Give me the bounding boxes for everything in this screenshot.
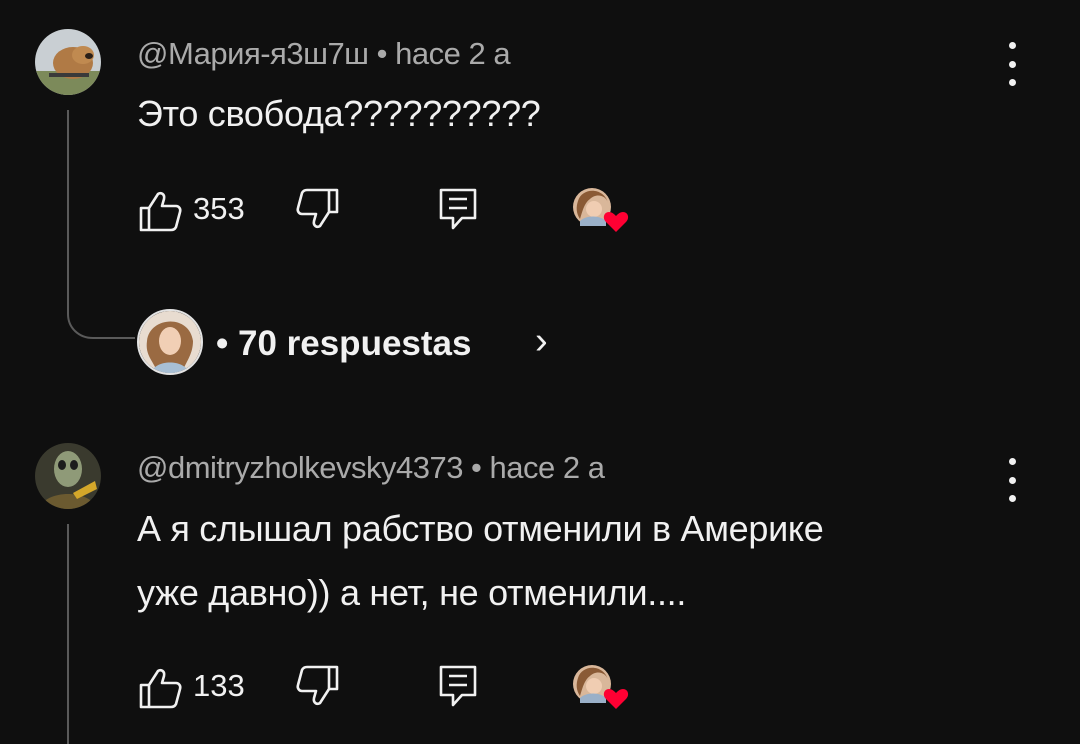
comment-text: А я слышал рабство отменили в Америке уж… (137, 497, 824, 625)
dislike-icon[interactable] (294, 665, 340, 707)
like-icon[interactable] (138, 190, 184, 232)
like-icon[interactable] (138, 667, 184, 709)
more-options-button[interactable] (1002, 42, 1022, 86)
chevron-right-icon: › (535, 320, 548, 362)
like-count: 353 (193, 191, 245, 226)
comment-meta: @dmitryzholkevsky4373 • hace 2 a (137, 450, 605, 485)
comment-time[interactable]: hace 2 a (395, 36, 510, 71)
creator-heart (570, 662, 632, 714)
more-icon (1008, 458, 1016, 465)
comment-text-line: А я слышал рабство отменили в Америке (137, 508, 824, 549)
creator-heart-icon (603, 689, 629, 709)
like-count: 133 (193, 668, 245, 703)
thread-line (67, 524, 69, 744)
author-name[interactable]: @dmitryzholkevsky4373 (137, 450, 463, 485)
creator-heart-icon (603, 212, 629, 232)
comment-text: Это свобода?????????? (137, 93, 541, 134)
reply-icon[interactable] (438, 187, 478, 231)
reply-avatar (137, 309, 203, 375)
more-options-button[interactable] (1002, 458, 1022, 502)
reply-icon[interactable] (438, 664, 478, 708)
comment-text-line: уже давно)) а нет, не отменили.... (137, 572, 687, 613)
thread-connector (67, 290, 135, 339)
replies-label[interactable]: • 70 respuestas (216, 324, 471, 364)
author-name[interactable]: @Мария-я3ш7ш (137, 36, 369, 71)
more-icon (1008, 42, 1016, 49)
comment-meta: @Мария-я3ш7ш • hace 2 a (137, 36, 511, 71)
author-avatar[interactable] (35, 29, 101, 95)
comment-time[interactable]: hace 2 a (490, 450, 605, 485)
dislike-icon[interactable] (294, 188, 340, 230)
creator-heart (570, 185, 632, 237)
thread-line (67, 110, 69, 300)
author-avatar[interactable] (35, 443, 101, 509)
